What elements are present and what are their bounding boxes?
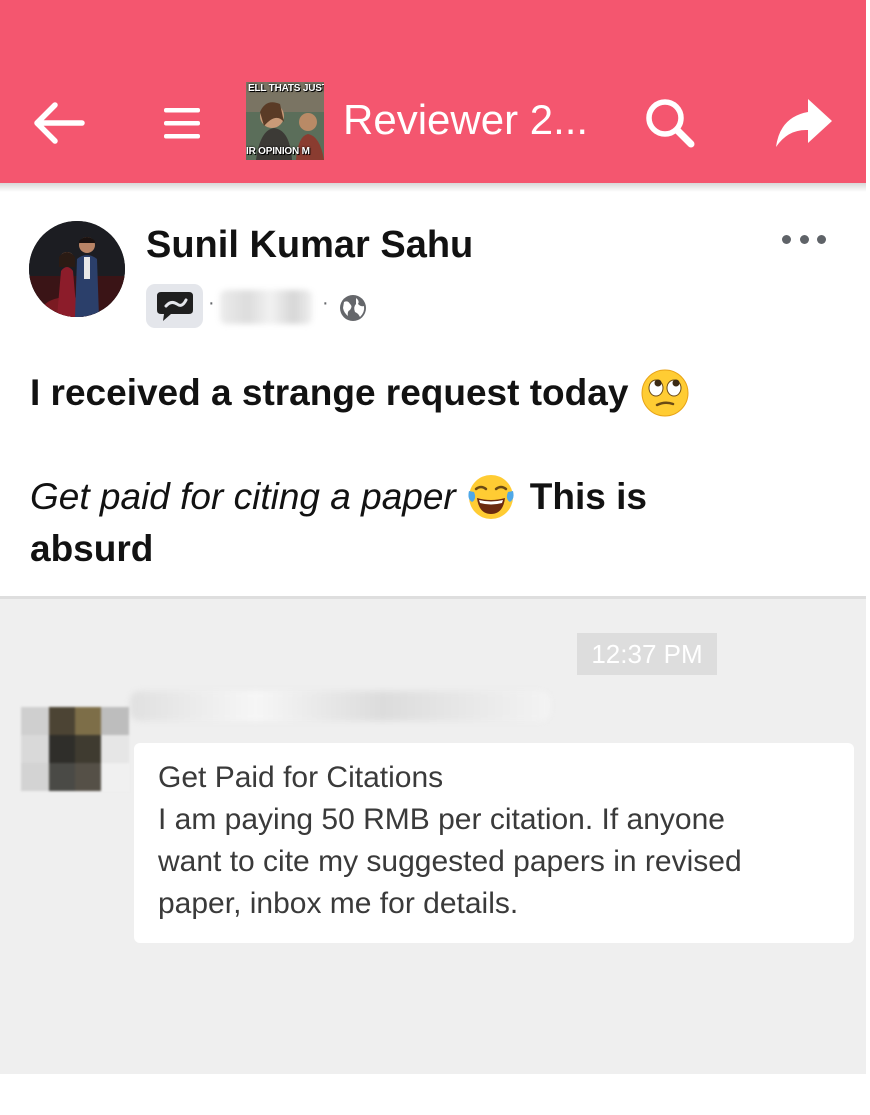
thumbnail-caption-bottom: IR OPINION M [246,146,310,157]
message-title: Get Paid for Citations [158,761,444,794]
post-text-italic: Get paid for citing a paper [30,476,456,517]
author-avatar[interactable] [29,221,125,317]
meta-separator: · [208,292,215,314]
back-arrow-icon[interactable] [28,96,88,150]
post-text-bold: This is [529,476,647,517]
menu-icon[interactable] [152,96,212,150]
share-icon[interactable] [770,92,836,154]
group-thumbnail[interactable]: ELL THATS JUST L IR OPINION M [246,82,324,160]
message-line: want to cite my suggested papers in revi… [158,845,742,878]
app-header: ELL THATS JUST L IR OPINION M Reviewer 2… [0,0,866,183]
redacted-sender-name [130,691,550,721]
post-text-first: I received a strange request today [30,372,629,413]
author-name[interactable]: Sunil Kumar Sahu [146,224,473,267]
post-footer-space [0,1074,866,1115]
globe-icon [338,293,368,323]
message-line: paper, inbox me for details. [158,887,519,920]
group-title[interactable]: Reviewer 2... [343,96,588,144]
tears-of-joy-emoji-icon [466,472,516,522]
rolling-eyes-emoji-icon [640,368,690,418]
more-options-icon[interactable] [782,228,826,250]
message-bubble: Get Paid for Citations I am paying 50 RM… [134,743,854,943]
search-icon[interactable] [640,94,700,152]
attached-screenshot[interactable]: 12:37 PM Get Paid for Citations I am pay… [0,596,866,1074]
group-chat-badge[interactable] [146,284,203,328]
redacted-timestamp [220,290,312,324]
meta-separator: · [322,292,329,314]
post-text-line-2: Get paid for citing a paper This is [30,472,647,522]
post-text-line-3: absurd [30,528,154,569]
message-line: I am paying 50 RMB per citation. If anyo… [158,803,725,836]
header-shadow [0,183,866,192]
post-text-line-1: I received a strange request today [30,368,690,418]
redacted-sender-avatar [21,707,129,791]
post-meta: · · [146,282,386,328]
facebook-post-page: ELL THATS JUST L IR OPINION M Reviewer 2… [0,0,870,1115]
thumbnail-caption-top: ELL THATS JUST L [248,83,324,94]
message-timestamp: 12:37 PM [577,633,717,675]
